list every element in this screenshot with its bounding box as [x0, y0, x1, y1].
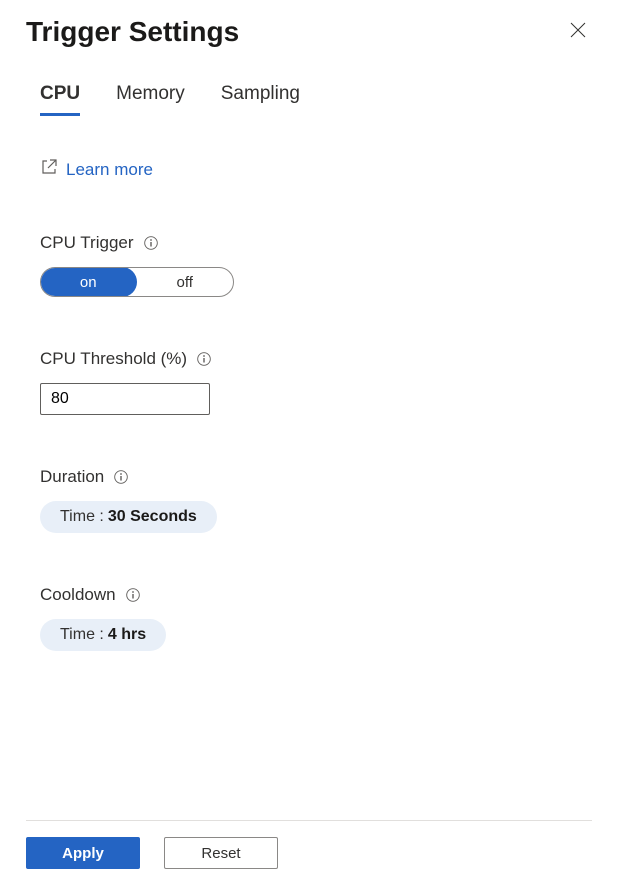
cpu-trigger-toggle[interactable]: on off	[40, 267, 234, 297]
duration-pill-label: Time :	[60, 508, 104, 526]
toggle-on[interactable]: on	[40, 267, 137, 297]
learn-more-link[interactable]: Learn more	[40, 158, 153, 181]
cooldown-pill[interactable]: Time : 4 hrs	[40, 619, 166, 651]
cpu-threshold-input[interactable]	[40, 383, 210, 415]
cpu-trigger-label: CPU Trigger	[40, 233, 134, 253]
tab-cpu[interactable]: CPU	[40, 83, 80, 116]
tab-bar: CPU Memory Sampling	[40, 83, 592, 116]
duration-pill-value: 30 Seconds	[108, 508, 197, 526]
tab-sampling[interactable]: Sampling	[221, 83, 300, 116]
duration-label: Duration	[40, 467, 104, 487]
toggle-off[interactable]: off	[137, 268, 234, 296]
apply-button[interactable]: Apply	[26, 837, 140, 869]
cooldown-label: Cooldown	[40, 585, 116, 605]
cooldown-pill-label: Time :	[60, 626, 104, 644]
external-link-icon	[40, 158, 58, 181]
cpu-threshold-label: CPU Threshold (%)	[40, 349, 187, 369]
info-icon[interactable]	[144, 236, 158, 250]
info-icon[interactable]	[114, 470, 128, 484]
tab-memory[interactable]: Memory	[116, 83, 185, 116]
duration-pill[interactable]: Time : 30 Seconds	[40, 501, 217, 533]
close-icon[interactable]	[564, 16, 592, 49]
info-icon[interactable]	[126, 588, 140, 602]
info-icon[interactable]	[197, 352, 211, 366]
footer: Apply Reset	[26, 820, 592, 869]
page-title: Trigger Settings	[26, 16, 239, 48]
learn-more-label: Learn more	[66, 160, 153, 180]
cooldown-pill-value: 4 hrs	[108, 626, 146, 644]
reset-button[interactable]: Reset	[164, 837, 278, 869]
